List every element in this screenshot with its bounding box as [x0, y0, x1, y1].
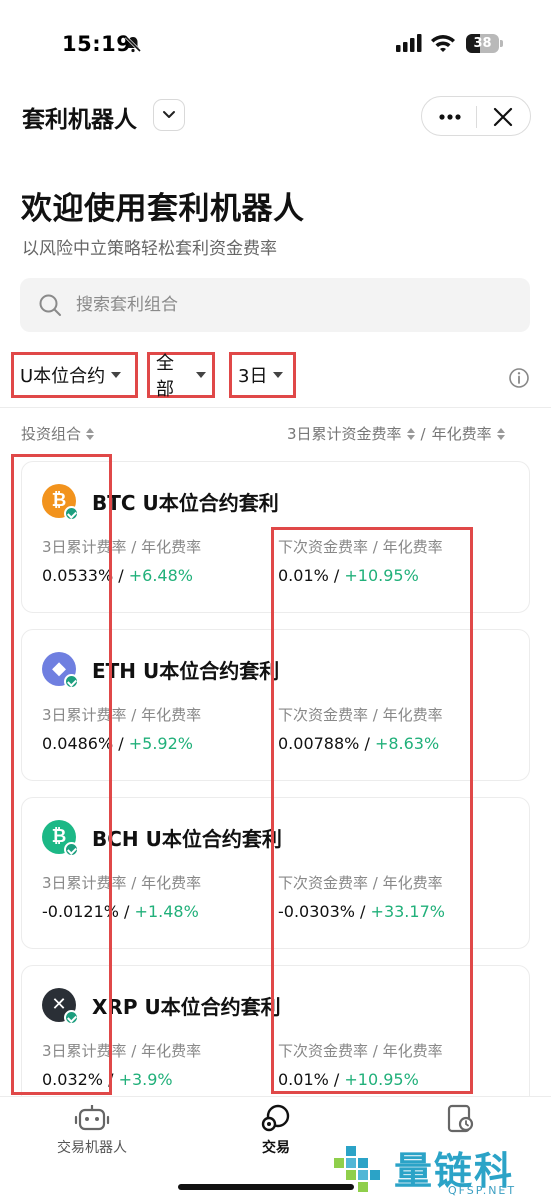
column-header-separator: / [420, 424, 426, 443]
close-icon[interactable] [492, 106, 514, 128]
label-next-rate: 下次资金费率 / 年化费率 [278, 1042, 443, 1060]
card-title: BTC U本位合约套利 [92, 491, 279, 515]
page-title: 套利机器人 [22, 107, 137, 133]
card-title: BCH U本位合约套利 [92, 827, 282, 851]
verified-badge-icon [64, 506, 79, 521]
column-header-label: 年化费率 [431, 425, 492, 443]
watermark-logo-icon [334, 1146, 380, 1192]
robot-icon [74, 1105, 110, 1131]
search-icon [39, 294, 61, 316]
label-cumulative-rate: 3日累计费率 / 年化费率 [42, 538, 202, 556]
battery-icon: 38 [466, 34, 504, 53]
more-icon[interactable] [435, 107, 465, 127]
value-next-rate: 0.01% / +10.95% [278, 566, 419, 585]
value-cumulative-rate: 0.032% / +3.9% [42, 1070, 173, 1089]
label-cumulative-rate: 3日累计费率 / 年化费率 [42, 1042, 202, 1060]
label-next-rate: 下次资金费率 / 年化费率 [278, 874, 443, 892]
info-icon[interactable] [508, 367, 530, 389]
watermark-subtext: QFSP.NET [448, 1184, 517, 1197]
battery-level: 38 [473, 36, 492, 51]
sort-icon [406, 427, 415, 440]
filter-label: U本位合约 [20, 366, 106, 387]
wifi-icon [431, 35, 455, 52]
strategy-card-btc[interactable]: ₿ BTC U本位合约套利 3日累计费率 / 年化费率 下次资金费率 / 年化费… [21, 461, 530, 613]
caret-down-icon [273, 372, 284, 378]
card-title: ETH U本位合约套利 [92, 659, 280, 683]
value-cumulative-rate: 0.0533% / +6.48% [42, 566, 193, 585]
tab-trading-bot[interactable]: 交易机器人 [22, 1097, 162, 1177]
label-cumulative-rate: 3日累计费率 / 年化费率 [42, 706, 202, 724]
coin-eth-icon: ◆ [42, 652, 79, 689]
filter-contract-type[interactable]: U本位合约 [11, 352, 138, 398]
tab-label: 交易 [262, 1140, 290, 1156]
filter-label: 全部 [156, 353, 174, 400]
title-dropdown-button[interactable] [153, 99, 185, 131]
value-next-rate: 0.00788% / +8.63% [278, 734, 440, 753]
strategy-card-bch[interactable]: ₿ BCH U本位合约套利 3日累计费率 / 年化费率 下次资金费率 / 年化费… [21, 797, 530, 949]
verified-badge-icon [64, 842, 79, 857]
search-bar [20, 278, 530, 332]
coin-xrp-icon: ✕ [42, 988, 79, 1025]
column-header-label: 投资组合 [21, 425, 82, 443]
bell-muted-icon [124, 35, 142, 53]
divider [0, 407, 551, 408]
sort-icon [496, 427, 505, 440]
tab-trade[interactable]: 交易 [206, 1097, 346, 1177]
watermark: 量链科技 QFSP.NET [330, 1138, 551, 1200]
home-indicator[interactable] [178, 1184, 354, 1190]
coin-btc-icon: ₿ [42, 484, 79, 521]
column-header-label: 3日累计资金费率 [287, 425, 402, 443]
coin-bch-icon: ₿ [42, 820, 79, 857]
strategy-card-xrp[interactable]: ✕ XRP U本位合约套利 3日累计费率 / 年化费率 下次资金费率 / 年化费… [21, 965, 530, 1117]
history-icon [447, 1104, 474, 1133]
cellular-signal-icon [396, 34, 422, 52]
status-bar: 15:19 38 [0, 0, 551, 90]
strategy-card-eth[interactable]: ◆ ETH U本位合约套利 3日累计费率 / 年化费率 下次资金费率 / 年化费… [21, 629, 530, 781]
label-cumulative-rate: 3日累计费率 / 年化费率 [42, 874, 202, 892]
value-cumulative-rate: -0.0121% / +1.48% [42, 902, 199, 921]
value-next-rate: -0.0303% / +33.17% [278, 902, 445, 921]
search-input[interactable] [76, 278, 516, 332]
filter-scope[interactable]: 全部 [147, 352, 215, 400]
value-next-rate: 0.01% / +10.95% [278, 1070, 419, 1089]
status-time: 15:19 [62, 32, 132, 56]
sort-icon [86, 427, 95, 440]
filter-label: 3日 [238, 366, 268, 387]
verified-badge-icon [64, 674, 79, 689]
tab-label: 交易机器人 [57, 1140, 127, 1156]
verified-badge-icon [64, 1010, 79, 1025]
hero-title: 欢迎使用套利机器人 [21, 191, 305, 227]
caret-down-icon [111, 372, 122, 378]
mini-program-capsule [421, 96, 531, 136]
caret-down-icon [196, 372, 206, 378]
filter-period[interactable]: 3日 [229, 352, 296, 398]
label-next-rate: 下次资金费率 / 年化费率 [278, 538, 443, 556]
value-cumulative-rate: 0.0486% / +5.92% [42, 734, 193, 753]
column-header-portfolio[interactable]: 投资组合 [21, 423, 95, 444]
hero-subtitle: 以风险中立策略轻松套利资金费率 [22, 239, 277, 259]
label-next-rate: 下次资金费率 / 年化费率 [278, 706, 443, 724]
chevron-down-icon [163, 111, 175, 118]
trade-icon [261, 1104, 290, 1132]
column-header-rates[interactable]: 3日累计资金费率 / 年化费率 [287, 423, 505, 444]
card-title: XRP U本位合约套利 [92, 995, 281, 1019]
